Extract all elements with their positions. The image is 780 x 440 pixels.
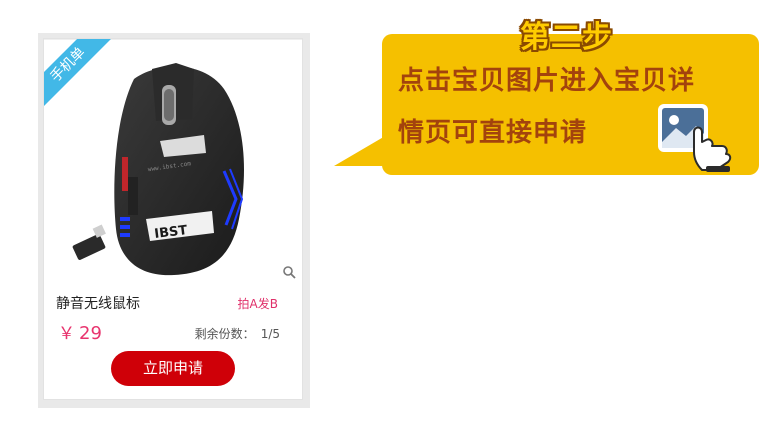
product-tag: 拍A发B — [237, 297, 278, 311]
product-image[interactable]: IBST www.ibst.com — [64, 49, 264, 281]
product-price: ￥ 29 — [58, 319, 102, 344]
currency-symbol: ￥ — [58, 324, 75, 344]
picture-click-icon — [658, 104, 732, 172]
price-value: 29 — [79, 323, 102, 344]
apply-now-button[interactable]: 立即申请 — [111, 351, 235, 386]
product-title[interactable]: 静音无线鼠标 — [56, 293, 140, 313]
remaining-label: 剩余份数： — [194, 327, 255, 341]
zoom-icon[interactable] — [282, 265, 296, 279]
step-title: 第二步 — [520, 20, 613, 55]
instruction-line-1: 点击宝贝图片进入宝贝详 — [398, 66, 696, 96]
instruction-line-2: 情页可直接申请 — [398, 118, 588, 148]
remaining-quantity: 剩余份数： 1/5 — [195, 325, 280, 342]
usb-dongle — [72, 224, 106, 260]
product-card[interactable]: 手机单 IBST www.ibst.com 静音无线鼠标 拍A发B ￥ 29 剩… — [43, 38, 303, 400]
remaining-count: 1/5 — [260, 327, 280, 341]
